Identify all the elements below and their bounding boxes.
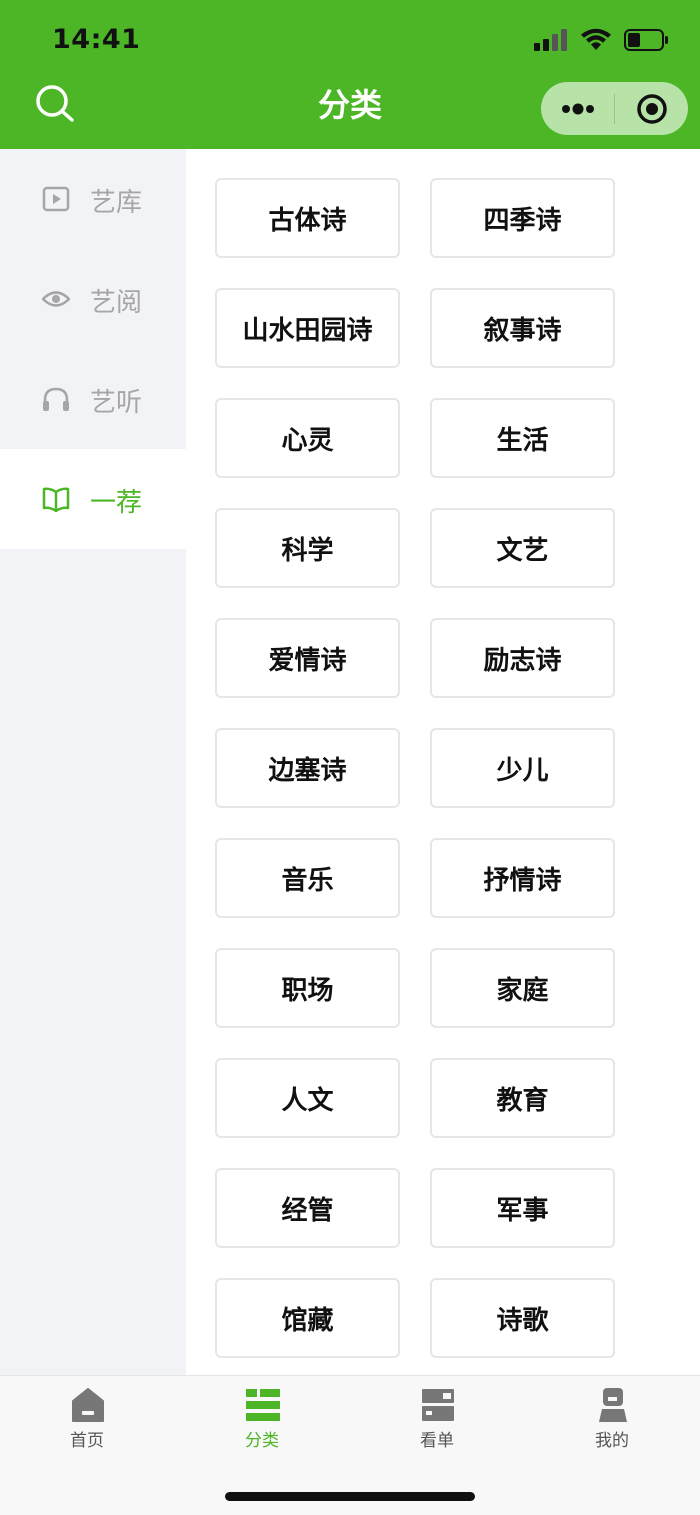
home-indicator <box>225 1492 475 1501</box>
category-button[interactable]: 文艺 <box>430 508 615 588</box>
category-button[interactable]: 励志诗 <box>430 618 615 698</box>
sidebar-item-label: 艺阅 <box>90 288 143 318</box>
tab-label: 我的 <box>595 1431 629 1451</box>
category-button[interactable]: 诗歌 <box>430 1278 615 1358</box>
category-button[interactable]: 教育 <box>430 1058 615 1138</box>
category-button[interactable]: 家庭 <box>430 948 615 1028</box>
category-button[interactable]: 心灵 <box>215 398 400 478</box>
tab-home[interactable]: 首页 <box>37 1386 137 1456</box>
tab-label: 首页 <box>70 1431 104 1451</box>
sidebar: 艺库 艺阅 艺听 一荐 <box>0 149 186 1375</box>
category-button[interactable]: 音乐 <box>215 838 400 918</box>
status-icons <box>534 28 670 52</box>
tab-category[interactable]: 分类 <box>212 1386 312 1456</box>
battery-icon <box>624 29 668 51</box>
category-button[interactable]: 生活 <box>430 398 615 478</box>
headphones-icon <box>43 387 69 411</box>
wifi-icon <box>581 28 611 50</box>
miniprogram-capsule <box>541 82 688 135</box>
category-button[interactable]: 少儿 <box>430 728 615 808</box>
category-button[interactable]: 古体诗 <box>215 178 400 258</box>
category-list-icon <box>246 1389 280 1421</box>
category-button[interactable]: 经管 <box>215 1168 400 1248</box>
sidebar-item-yijian[interactable]: 一荐 <box>0 449 186 549</box>
status-time: 14:41 <box>52 24 141 55</box>
tab-profile[interactable]: 我的 <box>562 1386 662 1456</box>
close-miniprogram-button[interactable] <box>615 82 688 135</box>
sidebar-item-label: 一荐 <box>90 488 143 518</box>
sidebar-item-yiting[interactable]: 艺听 <box>0 349 186 449</box>
sidebar-item-yiyue[interactable]: 艺阅 <box>0 249 186 349</box>
category-button[interactable]: 馆藏 <box>215 1278 400 1358</box>
category-button[interactable]: 职场 <box>215 948 400 1028</box>
category-button[interactable]: 四季诗 <box>430 178 615 258</box>
category-button[interactable]: 军事 <box>430 1168 615 1248</box>
category-button[interactable]: 科学 <box>215 508 400 588</box>
category-button[interactable]: 山水田园诗 <box>215 288 400 368</box>
eye-icon <box>42 291 70 307</box>
tab-watchlist[interactable]: 看单 <box>387 1386 487 1456</box>
category-button[interactable]: 叙事诗 <box>430 288 615 368</box>
sidebar-item-yiku[interactable]: 艺库 <box>0 149 186 249</box>
tab-label: 看单 <box>420 1431 454 1451</box>
header-bar: 14:41 分类 <box>0 0 700 149</box>
target-close-icon <box>636 93 667 124</box>
sidebar-item-label: 艺听 <box>90 388 143 418</box>
category-button[interactable]: 抒情诗 <box>430 838 615 918</box>
profile-icon <box>599 1388 627 1422</box>
more-button[interactable] <box>541 82 614 135</box>
home-icon <box>72 1388 104 1422</box>
more-dots-icon <box>561 103 594 114</box>
watchlist-icon <box>422 1389 454 1421</box>
category-button[interactable]: 爱情诗 <box>215 618 400 698</box>
video-icon <box>42 186 70 212</box>
sidebar-item-label: 艺库 <box>90 188 143 218</box>
tab-label: 分类 <box>245 1431 279 1451</box>
category-button[interactable]: 边塞诗 <box>215 728 400 808</box>
book-icon <box>42 487 70 513</box>
category-button[interactable]: 人文 <box>215 1058 400 1138</box>
signal-icon <box>534 29 567 51</box>
